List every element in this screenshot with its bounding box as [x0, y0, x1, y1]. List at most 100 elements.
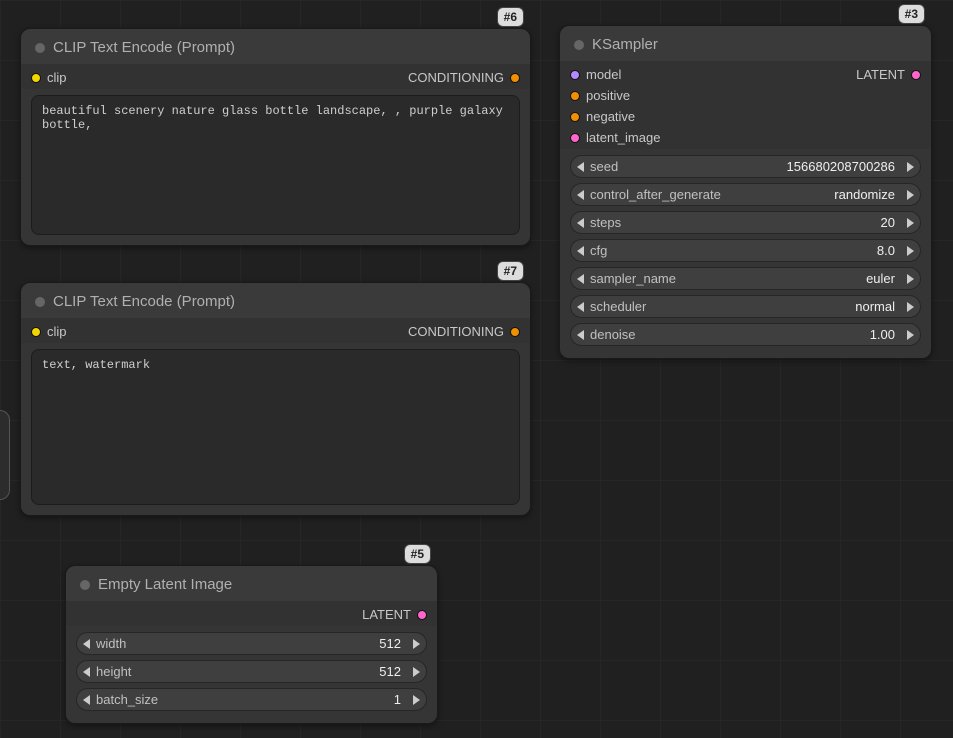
- node-header[interactable]: CLIP Text Encode (Prompt): [21, 283, 530, 318]
- collapse-dot-icon[interactable]: [35, 43, 45, 53]
- node-id-badge: #5: [404, 544, 431, 564]
- decrement-arrow-icon[interactable]: [577, 162, 584, 172]
- prompt-textarea[interactable]: beautiful scenery nature glass bottle la…: [31, 95, 520, 235]
- node-id-badge: #7: [497, 261, 524, 281]
- increment-arrow-icon[interactable]: [413, 667, 420, 677]
- edge-stub: [0, 410, 10, 500]
- decrement-arrow-icon[interactable]: [577, 302, 584, 312]
- decrement-arrow-icon[interactable]: [577, 274, 584, 284]
- port-icon[interactable]: [570, 70, 580, 80]
- input-port-clip[interactable]: clip: [31, 324, 67, 339]
- widget-steps[interactable]: steps 20: [570, 211, 921, 234]
- increment-arrow-icon[interactable]: [907, 302, 914, 312]
- increment-arrow-icon[interactable]: [907, 274, 914, 284]
- increment-arrow-icon[interactable]: [907, 162, 914, 172]
- collapse-dot-icon[interactable]: [80, 580, 90, 590]
- decrement-arrow-icon[interactable]: [83, 639, 90, 649]
- output-port-latent[interactable]: LATENT: [856, 67, 921, 82]
- widget-label: seed: [590, 159, 618, 174]
- widget-value[interactable]: euler: [676, 271, 901, 286]
- increment-arrow-icon[interactable]: [907, 246, 914, 256]
- port-label: clip: [47, 324, 67, 339]
- widget-control-after-generate[interactable]: control_after_generate randomize: [570, 183, 921, 206]
- node-header[interactable]: KSampler: [560, 26, 931, 61]
- widget-value[interactable]: 8.0: [607, 243, 901, 258]
- node-clip-positive[interactable]: #6 CLIP Text Encode (Prompt) clip CONDIT…: [20, 28, 531, 246]
- widget-sampler-name[interactable]: sampler_name euler: [570, 267, 921, 290]
- widget-denoise[interactable]: denoise 1.00: [570, 323, 921, 346]
- widget-value[interactable]: 1.00: [636, 327, 901, 342]
- decrement-arrow-icon[interactable]: [577, 246, 584, 256]
- port-label: CONDITIONING: [408, 70, 504, 85]
- input-port-model[interactable]: model: [570, 67, 660, 82]
- node-header[interactable]: Empty Latent Image: [66, 566, 437, 601]
- port-label: LATENT: [856, 67, 905, 82]
- port-icon[interactable]: [911, 70, 921, 80]
- widget-seed[interactable]: seed 156680208700286: [570, 155, 921, 178]
- port-label: LATENT: [362, 607, 411, 622]
- widget-cfg[interactable]: cfg 8.0: [570, 239, 921, 262]
- decrement-arrow-icon[interactable]: [83, 695, 90, 705]
- input-port-negative[interactable]: negative: [570, 109, 660, 124]
- increment-arrow-icon[interactable]: [907, 330, 914, 340]
- widget-value[interactable]: randomize: [721, 187, 901, 202]
- port-icon[interactable]: [570, 91, 580, 101]
- decrement-arrow-icon[interactable]: [577, 330, 584, 340]
- widget-height[interactable]: height 512: [76, 660, 427, 683]
- input-port-clip[interactable]: clip: [31, 70, 67, 85]
- port-icon[interactable]: [31, 73, 41, 83]
- widget-value[interactable]: 156680208700286: [618, 159, 901, 174]
- widget-label: control_after_generate: [590, 187, 721, 202]
- widget-label: batch_size: [96, 692, 158, 707]
- port-label: positive: [586, 88, 630, 103]
- output-port-conditioning[interactable]: CONDITIONING: [408, 324, 520, 339]
- node-empty-latent[interactable]: #5 Empty Latent Image LATENT width 512 h…: [65, 565, 438, 724]
- port-label: clip: [47, 70, 67, 85]
- node-title: CLIP Text Encode (Prompt): [53, 293, 235, 310]
- widget-scheduler[interactable]: scheduler normal: [570, 295, 921, 318]
- widget-value[interactable]: 1: [158, 692, 407, 707]
- port-icon[interactable]: [570, 112, 580, 122]
- widget-value[interactable]: 512: [126, 636, 407, 651]
- port-icon[interactable]: [417, 610, 427, 620]
- collapse-dot-icon[interactable]: [574, 40, 584, 50]
- node-ksampler[interactable]: #3 KSampler model positive negative late…: [559, 25, 932, 359]
- prompt-textarea[interactable]: text, watermark: [31, 349, 520, 505]
- widget-label: cfg: [590, 243, 607, 258]
- node-header[interactable]: CLIP Text Encode (Prompt): [21, 29, 530, 64]
- node-id-badge: #3: [898, 4, 925, 24]
- increment-arrow-icon[interactable]: [413, 639, 420, 649]
- decrement-arrow-icon[interactable]: [577, 218, 584, 228]
- port-icon[interactable]: [570, 133, 580, 143]
- output-port-conditioning[interactable]: CONDITIONING: [408, 70, 520, 85]
- widget-label: width: [96, 636, 126, 651]
- decrement-arrow-icon[interactable]: [577, 190, 584, 200]
- widget-label: steps: [590, 215, 621, 230]
- node-title: CLIP Text Encode (Prompt): [53, 39, 235, 56]
- widget-width[interactable]: width 512: [76, 632, 427, 655]
- output-port-latent[interactable]: LATENT: [362, 607, 427, 622]
- port-label: latent_image: [586, 130, 660, 145]
- increment-arrow-icon[interactable]: [413, 695, 420, 705]
- node-title: KSampler: [592, 36, 658, 53]
- increment-arrow-icon[interactable]: [907, 190, 914, 200]
- collapse-dot-icon[interactable]: [35, 297, 45, 307]
- port-label: model: [586, 67, 621, 82]
- node-clip-negative[interactable]: #7 CLIP Text Encode (Prompt) clip CONDIT…: [20, 282, 531, 516]
- increment-arrow-icon[interactable]: [907, 218, 914, 228]
- port-icon[interactable]: [31, 327, 41, 337]
- widget-label: denoise: [590, 327, 636, 342]
- node-title: Empty Latent Image: [98, 576, 232, 593]
- port-icon[interactable]: [510, 327, 520, 337]
- widget-label: scheduler: [590, 299, 646, 314]
- widget-value[interactable]: 512: [131, 664, 407, 679]
- decrement-arrow-icon[interactable]: [83, 667, 90, 677]
- widget-label: height: [96, 664, 131, 679]
- widget-batch-size[interactable]: batch_size 1: [76, 688, 427, 711]
- input-port-positive[interactable]: positive: [570, 88, 660, 103]
- port-icon[interactable]: [510, 73, 520, 83]
- widget-value[interactable]: normal: [646, 299, 901, 314]
- widget-value[interactable]: 20: [621, 215, 901, 230]
- port-label: CONDITIONING: [408, 324, 504, 339]
- input-port-latent-image[interactable]: latent_image: [570, 130, 660, 145]
